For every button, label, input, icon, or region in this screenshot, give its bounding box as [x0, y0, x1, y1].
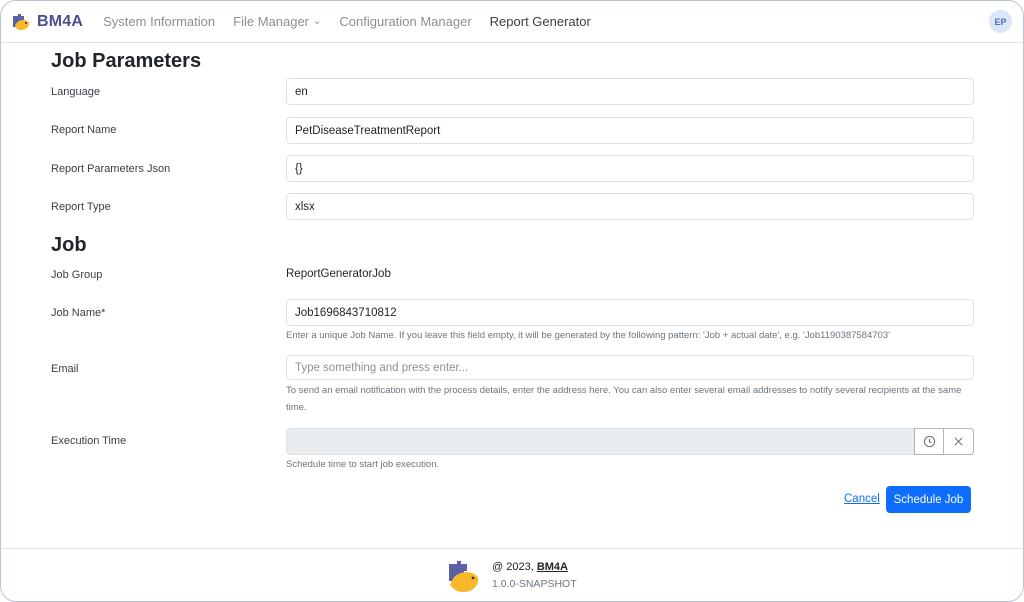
user-avatar[interactable]: EP: [989, 10, 1012, 33]
job-heading: Job: [51, 234, 87, 256]
bm4a-logo-icon: [13, 13, 30, 30]
job-parameters-heading: Job Parameters: [51, 50, 202, 72]
job-form: Job Parameters Language en Report Name P…: [1, 43, 1023, 548]
cancel-button[interactable]: Cancel: [844, 493, 880, 505]
email-input[interactable]: Type something and press enter...: [286, 355, 974, 380]
brand[interactable]: BM4A: [11, 13, 83, 31]
footer-copyright: @ 2023, BM4A: [492, 561, 568, 573]
schedule-job-button[interactable]: Schedule Job: [886, 486, 971, 513]
brand-name: BM4A: [37, 12, 84, 30]
job-name-help: Enter a unique Job Name. If you leave th…: [286, 330, 890, 341]
nav-configuration-manager[interactable]: Configuration Manager: [339, 14, 471, 29]
job-group-value: ReportGeneratorJob: [286, 268, 391, 280]
nav-label: Configuration Manager: [339, 14, 472, 29]
execution-time-help: Schedule time to start job execution.: [286, 459, 440, 470]
main-nav: System Information File Manager ⌄ Config…: [103, 14, 609, 29]
language-input[interactable]: en: [286, 78, 974, 105]
nav-label: Report Generator: [489, 14, 591, 29]
job-group-label: Job Group: [51, 269, 103, 281]
copyright-text: @ 2023,: [492, 561, 537, 573]
clear-time-button[interactable]: [944, 428, 974, 455]
bm4a-link[interactable]: BM4A: [537, 561, 568, 573]
chevron-down-icon: ⌄: [313, 16, 322, 27]
close-icon: [954, 437, 963, 446]
clock-icon: [923, 435, 935, 448]
job-name-label: Job Name*: [51, 307, 106, 319]
execution-time-label: Execution Time: [51, 435, 127, 447]
bm4a-logo-icon: [449, 561, 479, 592]
email-label: Email: [51, 363, 79, 375]
report-parameters-json-label: Report Parameters Json: [51, 163, 171, 175]
report-name-input[interactable]: PetDiseaseTreatmentReport: [286, 117, 974, 144]
email-help: To send an email notification with the p…: [286, 385, 962, 413]
report-name-label: Report Name: [51, 124, 117, 136]
app-window: BM4A System Information File Manager ⌄ C…: [0, 0, 1024, 602]
nav-system-information[interactable]: System Information: [103, 14, 215, 29]
report-type-input[interactable]: xlsx: [286, 193, 974, 220]
nav-label: System Information: [103, 14, 216, 29]
report-parameters-json-input[interactable]: {}: [286, 155, 974, 182]
language-label: Language: [51, 86, 100, 98]
top-navbar: BM4A System Information File Manager ⌄ C…: [1, 1, 1023, 43]
execution-time-input[interactable]: [286, 428, 914, 455]
nav-report-generator[interactable]: Report Generator: [490, 14, 591, 29]
app-version: 1.0.0-SNAPSHOT: [492, 578, 577, 590]
nav-label: File Manager: [233, 14, 310, 29]
clock-button[interactable]: [914, 428, 944, 455]
report-type-label: Report Type: [51, 201, 111, 213]
nav-file-manager[interactable]: File Manager ⌄: [233, 14, 321, 29]
footer: @ 2023, BM4A 1.0.0-SNAPSHOT: [1, 548, 1023, 601]
job-name-input[interactable]: Job1696843710812: [286, 299, 974, 326]
execution-time-group: [286, 428, 974, 455]
